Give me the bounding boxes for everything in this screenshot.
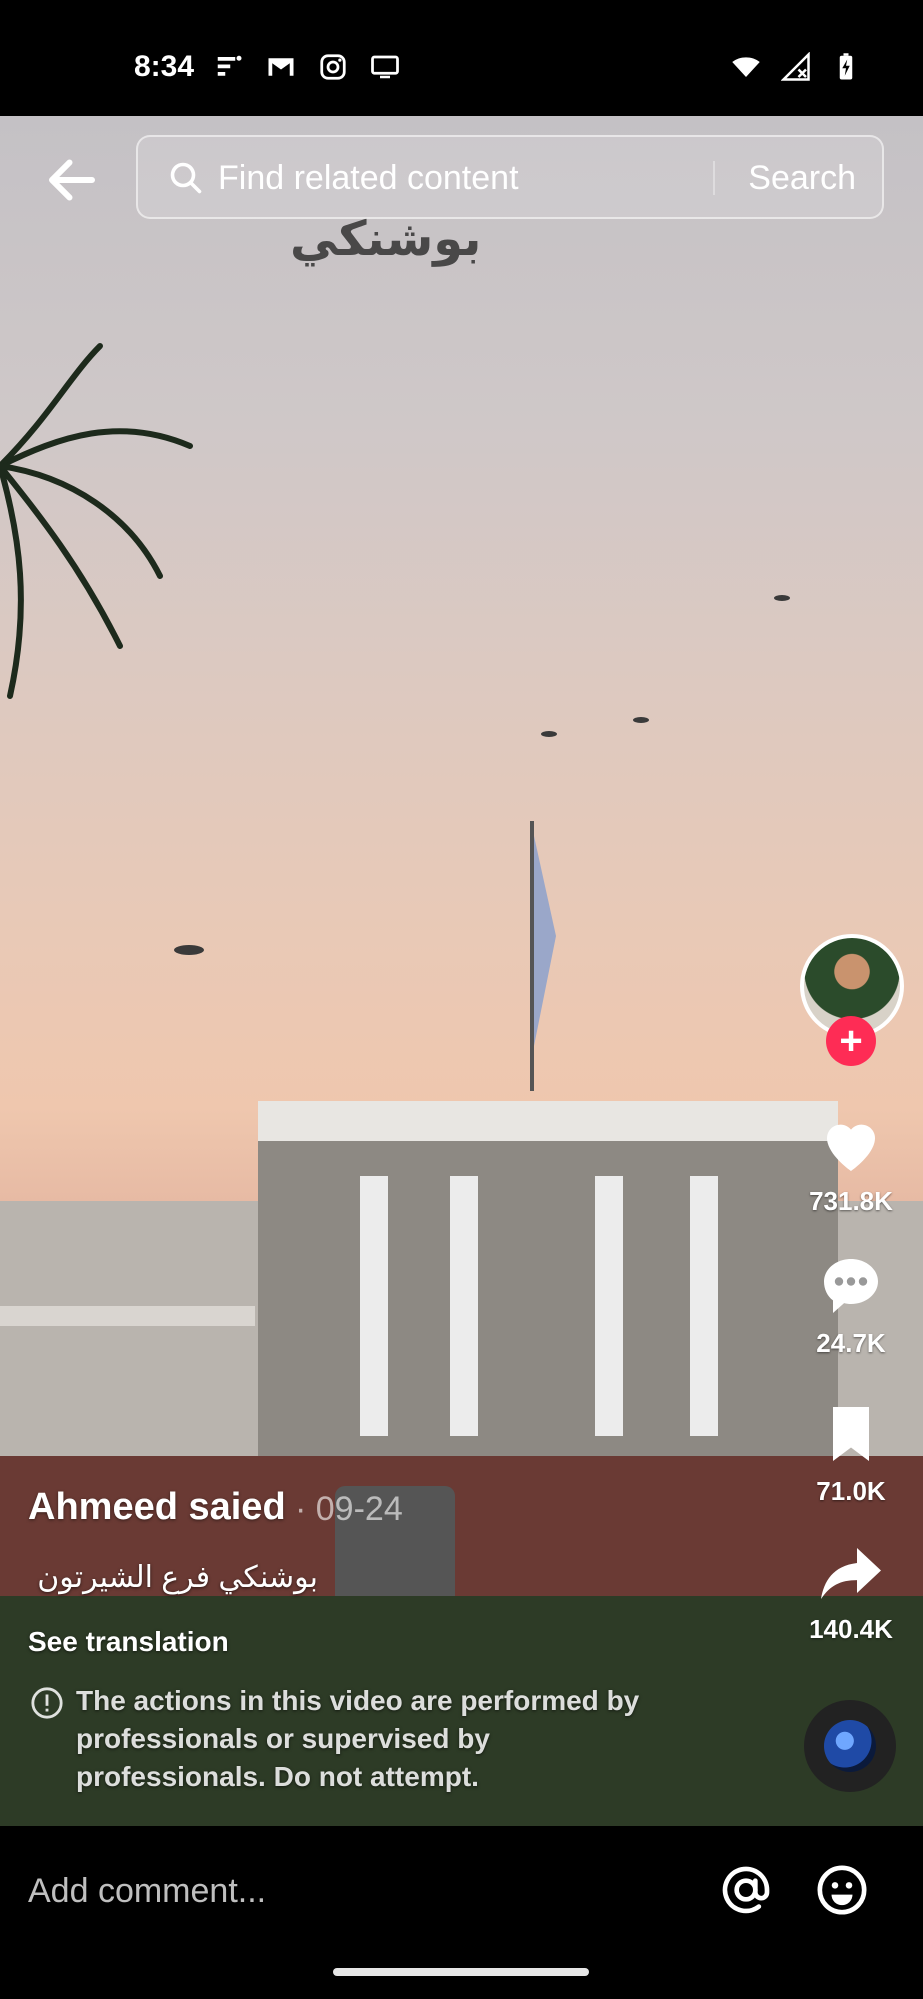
- arrow-left-icon[interactable]: [42, 150, 102, 210]
- author-name[interactable]: Ahmeed saied: [28, 1486, 286, 1529]
- like-button[interactable]: 731.8K: [790, 1108, 912, 1217]
- share-button[interactable]: 140.4K: [790, 1536, 912, 1645]
- search-input[interactable]: Find related content: [218, 159, 519, 198]
- emoji-icon[interactable]: [814, 1862, 870, 1918]
- comment-bar: Add comment...: [0, 1826, 923, 1999]
- safety-warning: The actions in this video are performed …: [76, 1685, 640, 1792]
- like-count: 731.8K: [809, 1186, 893, 1216]
- battery-charging-icon: [839, 53, 853, 80]
- home-indicator[interactable]: [333, 1968, 589, 1976]
- save-count: 71.0K: [816, 1476, 886, 1506]
- post-date: · 09-24: [295, 1490, 403, 1528]
- signal-icon: [781, 52, 810, 81]
- comment-icon: [824, 1259, 878, 1313]
- instagram-icon: [320, 54, 346, 80]
- bookmark-icon: [833, 1407, 869, 1461]
- search-divider: [713, 161, 715, 195]
- info-warning-icon: [31, 1687, 63, 1719]
- cast-icon: [371, 55, 399, 79]
- comment-input[interactable]: Add comment...: [28, 1872, 266, 1911]
- search-bar[interactable]: Find related content Search: [136, 135, 884, 219]
- see-translation-link[interactable]: See translation: [28, 1626, 229, 1658]
- music-disc-icon[interactable]: [804, 1700, 896, 1792]
- system-icons: [731, 52, 861, 82]
- heart-icon: [827, 1124, 875, 1171]
- at-icon[interactable]: [718, 1862, 774, 1918]
- post-caption: بوشنكي فرع الشيرتون: [37, 1561, 318, 1594]
- search-icon: [170, 162, 202, 194]
- follow-button[interactable]: +: [826, 1016, 876, 1066]
- gmail-icon: [268, 58, 294, 76]
- save-button[interactable]: 71.0K: [790, 1398, 912, 1507]
- comment-count: 24.7K: [816, 1328, 886, 1358]
- clock: 8:34: [134, 50, 195, 83]
- share-icon: [821, 1548, 881, 1599]
- video-overlay-title: بوشنكي: [290, 213, 482, 266]
- wifi-icon: [732, 57, 760, 77]
- notification-icons: [214, 52, 400, 82]
- search-button[interactable]: Search: [748, 159, 856, 198]
- share-count: 140.4K: [809, 1614, 893, 1644]
- feed-icon: [217, 55, 242, 76]
- comment-button[interactable]: 24.7K: [790, 1250, 912, 1359]
- status-bar: 8:34: [0, 0, 923, 116]
